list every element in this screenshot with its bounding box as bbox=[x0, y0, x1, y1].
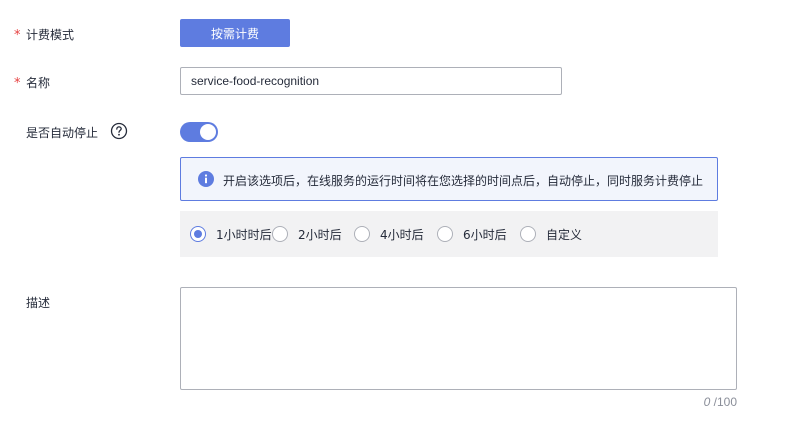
radio-option-custom[interactable]: 自定义 bbox=[520, 226, 582, 242]
radio-unchecked-icon bbox=[272, 226, 288, 242]
description-label: 描述 bbox=[26, 296, 51, 310]
radio-label: 6小时后 bbox=[463, 227, 507, 242]
description-char-counter: 0 /100 bbox=[704, 395, 737, 409]
billing-mode-label: * 计费模式 bbox=[14, 26, 74, 43]
radio-label: 4小时后 bbox=[380, 227, 424, 242]
required-mark: * bbox=[14, 76, 21, 91]
radio-checked-icon bbox=[190, 226, 206, 242]
char-count-current: 0 bbox=[703, 395, 711, 409]
toggle-knob bbox=[200, 124, 216, 140]
radio-option-4h[interactable]: 4小时后 bbox=[354, 226, 424, 242]
char-count-max: /100 bbox=[713, 395, 737, 409]
info-text: 开启该选项后，在线服务的运行时间将在您选择的时间点后，自动停止，同时服务计费停止 bbox=[223, 174, 704, 188]
auto-stop-time-options: 1小时时后 2小时后 4小时后 6小时后 自定义 bbox=[180, 211, 718, 257]
radio-unchecked-icon bbox=[437, 226, 453, 242]
radio-unchecked-icon bbox=[520, 226, 536, 242]
radio-unchecked-icon bbox=[354, 226, 370, 242]
name-label-text: 名称 bbox=[26, 76, 51, 90]
required-mark: * bbox=[14, 28, 21, 43]
radio-label: 2小时后 bbox=[298, 227, 342, 242]
auto-stop-toggle[interactable] bbox=[180, 122, 218, 142]
radio-option-1h[interactable]: 1小时时后 bbox=[190, 226, 272, 242]
description-textarea[interactable] bbox=[180, 287, 737, 390]
radio-label: 1小时时后 bbox=[216, 227, 272, 242]
name-input[interactable] bbox=[180, 67, 562, 95]
pay-per-use-button[interactable]: 按需计费 bbox=[180, 19, 290, 47]
info-icon bbox=[198, 171, 214, 187]
auto-stop-label: 是否自动停止 bbox=[26, 126, 99, 140]
radio-option-2h[interactable]: 2小时后 bbox=[272, 226, 342, 242]
name-label: * 名称 bbox=[14, 74, 50, 91]
radio-label: 自定义 bbox=[546, 227, 583, 242]
question-circle-icon[interactable] bbox=[110, 122, 128, 140]
auto-stop-info-notice: 开启该选项后，在线服务的运行时间将在您选择的时间点后，自动停止，同时服务计费停止 bbox=[180, 157, 718, 201]
billing-mode-label-text: 计费模式 bbox=[26, 28, 75, 42]
radio-option-6h[interactable]: 6小时后 bbox=[437, 226, 507, 242]
